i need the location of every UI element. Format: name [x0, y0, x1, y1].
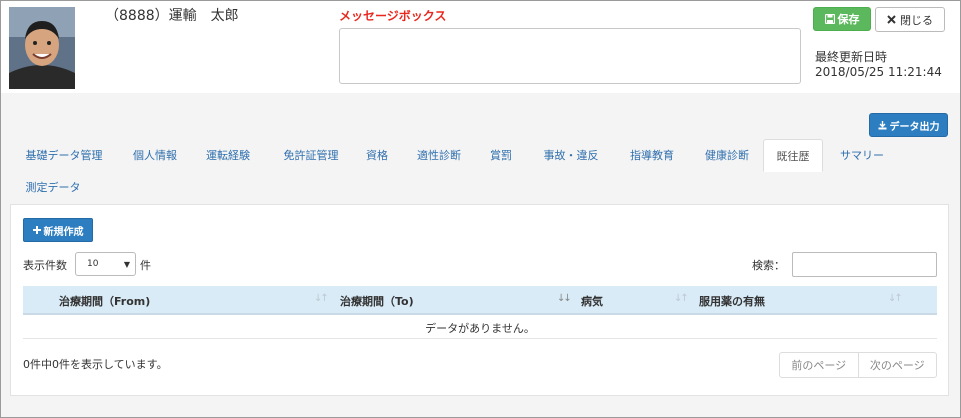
tab-bar: 基礎データ管理 個人情報 運転経験 免許証管理 資格 適性診断 賞罰 事故・違反…: [11, 139, 949, 205]
page-length-label: 表示件数: [23, 259, 67, 272]
save-label: 保存: [837, 13, 860, 26]
tab-guidance[interactable]: 指導教育: [619, 139, 685, 171]
avatar: [9, 7, 75, 89]
table-empty-row: データがありません。: [23, 317, 937, 339]
page-length-unit: 件: [140, 259, 151, 272]
column-treatment-from[interactable]: 治療期間（From): [59, 286, 150, 315]
tab-rewards[interactable]: 賞罰: [479, 139, 523, 171]
tab-medical-history[interactable]: 既往歴: [763, 139, 823, 172]
tab-summary[interactable]: サマリー: [831, 139, 893, 171]
save-button[interactable]: 保存: [813, 7, 871, 31]
sort-desc-icon: ↓↓: [557, 293, 572, 304]
page-length-value: 10: [87, 259, 99, 269]
export-label: データ出力: [889, 121, 940, 133]
close-icon: [887, 15, 896, 24]
column-medication[interactable]: 服用薬の有無: [699, 286, 765, 315]
prev-page-button[interactable]: 前のページ: [780, 353, 858, 377]
floppy-icon: [824, 14, 835, 24]
message-box[interactable]: [339, 28, 801, 84]
column-disease[interactable]: 病気: [581, 286, 603, 315]
last-updated-value: 2018/05/25 11:21:44: [815, 65, 942, 79]
table-header: 治療期間（From) ↓↑ 治療期間（To) ↓↓ 病気 ↓↑ 服用薬の有無 ↓…: [23, 286, 937, 315]
avatar-photo: [9, 7, 75, 89]
column-treatment-to[interactable]: 治療期間（To): [340, 286, 414, 315]
next-page-button[interactable]: 次のページ: [857, 353, 937, 377]
page-length-select[interactable]: 10 ▼: [75, 252, 136, 276]
header: （8888）運輸 太郎 メッセージボックス 保存 閉じる 最終更新日時 2018…: [1, 1, 960, 93]
tab-driving-experience[interactable]: 運転経験: [195, 139, 261, 171]
sort-icon: ↓↑: [674, 293, 689, 304]
content-panel: 新規作成 表示件数 10 ▼ 件 検索： 治療期間（From) ↓↑ 治療期間（…: [10, 204, 949, 396]
search-label: 検索：: [752, 259, 785, 272]
sort-icon: ↓↑: [314, 293, 329, 304]
plus-icon: [32, 226, 41, 234]
tab-license[interactable]: 免許証管理: [269, 139, 353, 171]
tab-measurement-data[interactable]: 測定データ: [13, 171, 93, 203]
sort-icon: ↓↑: [888, 293, 903, 304]
close-button[interactable]: 閉じる: [875, 7, 945, 32]
app-window: （8888）運輸 太郎 メッセージボックス 保存 閉じる 最終更新日時 2018…: [0, 0, 961, 418]
table-info: 0件中0件を表示しています。: [23, 358, 168, 371]
new-label: 新規作成: [43, 226, 84, 238]
search-input[interactable]: [792, 252, 937, 277]
last-updated-label: 最終更新日時: [815, 50, 888, 64]
tab-qualifications[interactable]: 資格: [357, 139, 397, 171]
close-label: 閉じる: [900, 13, 933, 27]
tab-accidents[interactable]: 事故・違反: [531, 139, 611, 171]
tab-basic-data[interactable]: 基礎データ管理: [13, 139, 115, 171]
new-button[interactable]: 新規作成: [23, 218, 93, 242]
export-button[interactable]: データ出力: [869, 113, 948, 137]
user-name: （8888）運輸 太郎: [105, 8, 239, 24]
tab-personal-info[interactable]: 個人情報: [123, 139, 187, 171]
message-box-label: メッセージボックス: [339, 9, 447, 23]
pagination: 前のページ 次のページ: [779, 352, 937, 378]
tab-aptitude[interactable]: 適性診断: [407, 139, 471, 171]
caret-down-icon: ▼: [123, 260, 130, 269]
tab-health-check[interactable]: 健康診断: [693, 139, 761, 171]
download-icon: [878, 120, 886, 129]
